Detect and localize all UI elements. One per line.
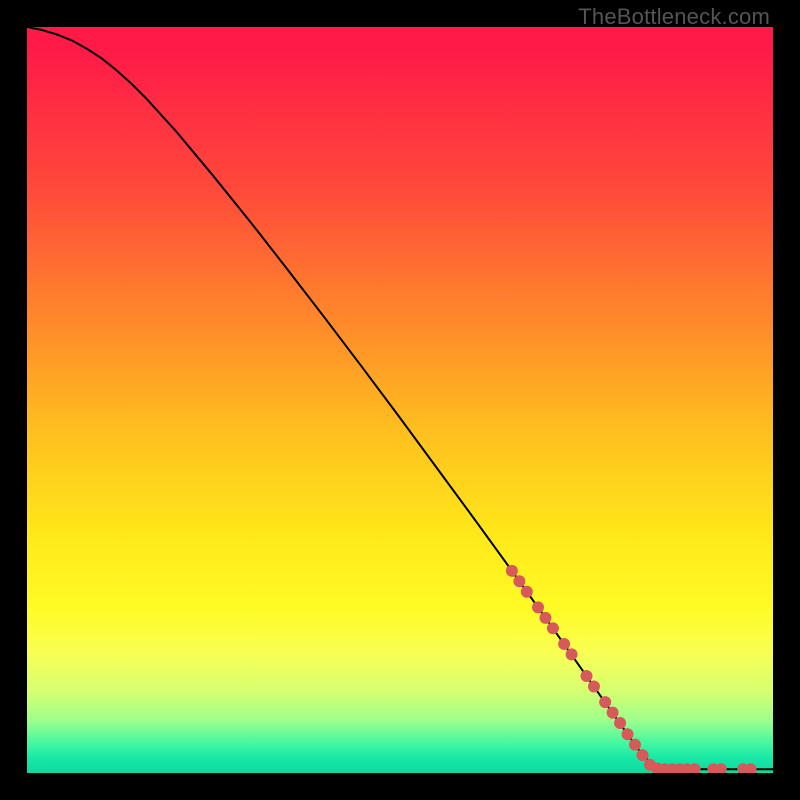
data-marker	[566, 648, 578, 660]
chart-frame: TheBottleneck.com	[0, 0, 800, 800]
data-marker	[614, 717, 626, 729]
data-marker	[581, 670, 593, 682]
data-marker	[539, 612, 551, 624]
data-marker	[506, 565, 518, 577]
data-marker	[547, 622, 559, 634]
marker-group	[506, 565, 757, 773]
data-marker	[513, 575, 525, 587]
data-marker	[588, 680, 600, 692]
data-marker	[607, 707, 619, 719]
data-marker	[636, 749, 648, 761]
data-marker	[521, 586, 533, 598]
chart-overlay	[27, 27, 773, 773]
data-marker	[599, 696, 611, 708]
data-marker	[558, 638, 570, 650]
bottleneck-curve	[27, 27, 773, 769]
data-marker	[622, 728, 634, 740]
data-marker	[629, 739, 641, 751]
plot-area	[27, 27, 773, 773]
data-marker	[532, 601, 544, 613]
